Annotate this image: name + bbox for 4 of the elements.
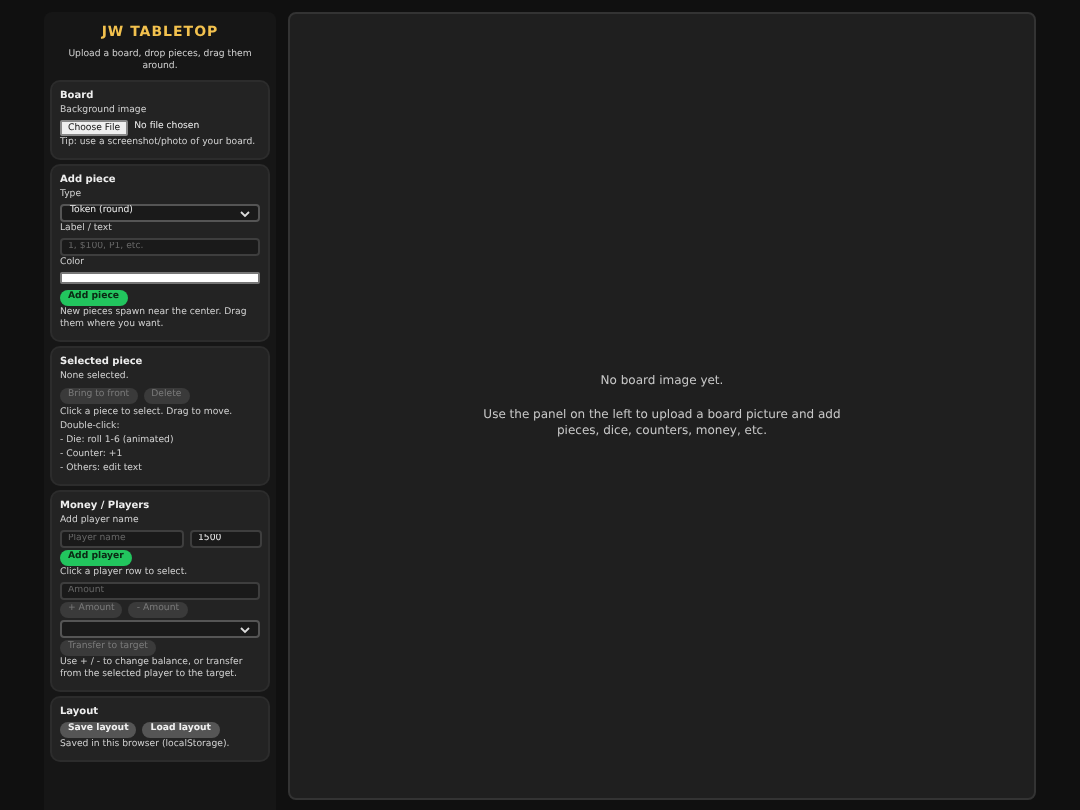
chevron-icon bbox=[240, 209, 250, 217]
chevron-icon bbox=[240, 625, 250, 633]
color-swatch[interactable] bbox=[60, 272, 260, 284]
target-select[interactable] bbox=[60, 620, 260, 638]
